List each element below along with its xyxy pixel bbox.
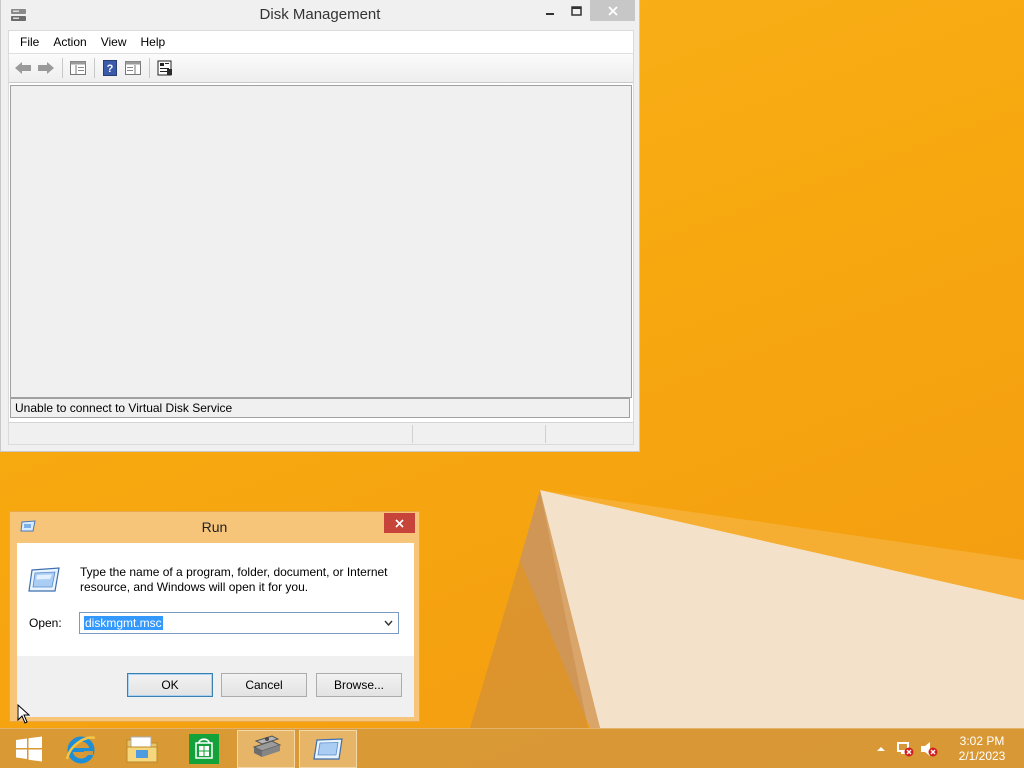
mouse-cursor-icon: [17, 704, 31, 724]
disk-management-content-pane: [10, 85, 632, 398]
start-button[interactable]: [0, 730, 58, 768]
cancel-button[interactable]: Cancel: [221, 673, 307, 697]
run-icon: [313, 738, 343, 760]
help-icon: ?: [103, 60, 117, 76]
minimize-icon: [546, 12, 554, 15]
taskbar-internet-explorer[interactable]: [52, 730, 110, 768]
open-input-text[interactable]: diskmgmt.msc: [84, 616, 163, 630]
clock-date: 2/1/2023: [958, 749, 1006, 763]
properties-icon: [157, 60, 172, 76]
show-hide-action-pane-icon: [125, 61, 141, 75]
disk-management-icon: [252, 735, 282, 757]
volume-muted-icon[interactable]: [920, 741, 938, 757]
mmc-frame: File Action View Help ? Unable to connec…: [8, 30, 634, 445]
menu-file[interactable]: File: [13, 33, 46, 51]
network-icon[interactable]: [896, 741, 914, 757]
clock[interactable]: 3:02 PM 2/1/2023: [952, 734, 1012, 764]
open-label: Open:: [29, 616, 62, 630]
store-icon: [189, 734, 219, 764]
taskbar: 3:02 PM 2/1/2023: [0, 728, 1024, 768]
show-hide-console-tree-icon: [70, 61, 86, 75]
show-hide-console-tree-button[interactable]: [67, 57, 89, 79]
system-tray: [874, 729, 938, 768]
close-button[interactable]: [384, 513, 415, 533]
status-bar: [9, 422, 633, 444]
dialog-title: Run: [201, 519, 228, 535]
windows-logo-icon: [16, 736, 42, 762]
ok-button[interactable]: OK: [127, 673, 213, 697]
chevron-down-icon: [383, 620, 393, 626]
help-button[interactable]: ?: [99, 57, 121, 79]
status-bar-pane: [545, 425, 633, 443]
run-dialog: Run Type the name of a program, folder, …: [9, 511, 420, 722]
menu-bar: File Action View Help: [9, 31, 633, 53]
forward-arrow-icon: [38, 62, 54, 74]
close-button[interactable]: [590, 0, 635, 21]
maximize-button[interactable]: [565, 0, 587, 21]
status-message: Unable to connect to Virtual Disk Servic…: [10, 398, 630, 418]
svg-text:?: ?: [107, 63, 114, 75]
toolbar-separator: [62, 58, 63, 78]
browse-button[interactable]: Browse...: [316, 673, 402, 697]
toolbar-separator: [149, 58, 150, 78]
dropdown-button[interactable]: [380, 614, 396, 632]
open-combobox[interactable]: diskmgmt.msc: [79, 612, 399, 634]
taskbar-run[interactable]: [299, 730, 357, 768]
minimize-button[interactable]: [539, 0, 561, 21]
close-icon: [395, 518, 404, 528]
maximize-icon: [570, 5, 582, 16]
menu-help[interactable]: Help: [134, 33, 173, 51]
show-hide-action-pane-button[interactable]: [122, 57, 144, 79]
close-icon: [607, 5, 618, 16]
taskbar-store[interactable]: [175, 730, 233, 768]
toolbar: ?: [9, 53, 633, 83]
internet-explorer-icon: [65, 736, 96, 764]
run-dialog-body: Type the name of a program, folder, docu…: [17, 543, 414, 656]
run-icon: [28, 567, 60, 592]
properties-button[interactable]: [154, 57, 176, 79]
run-description: Type the name of a program, folder, docu…: [80, 565, 388, 594]
clock-time: 3:02 PM: [959, 734, 1005, 748]
forward-button[interactable]: [35, 57, 57, 79]
back-button[interactable]: [12, 57, 34, 79]
status-bar-pane: [412, 425, 542, 443]
taskbar-disk-management[interactable]: [237, 730, 295, 768]
disk-management-window: Disk Management File Action View Help ? …: [0, 0, 640, 452]
show-hidden-icons-icon[interactable]: [874, 743, 888, 755]
run-dialog-footer: OK Cancel Browse...: [17, 656, 414, 717]
menu-view[interactable]: View: [94, 33, 134, 51]
toolbar-separator: [94, 58, 95, 78]
menu-action[interactable]: Action: [46, 33, 93, 51]
taskbar-file-explorer[interactable]: [113, 730, 171, 768]
disk-management-titlebar[interactable]: Disk Management: [1, 0, 639, 30]
folder-icon: [126, 736, 158, 763]
back-arrow-icon: [15, 62, 31, 74]
